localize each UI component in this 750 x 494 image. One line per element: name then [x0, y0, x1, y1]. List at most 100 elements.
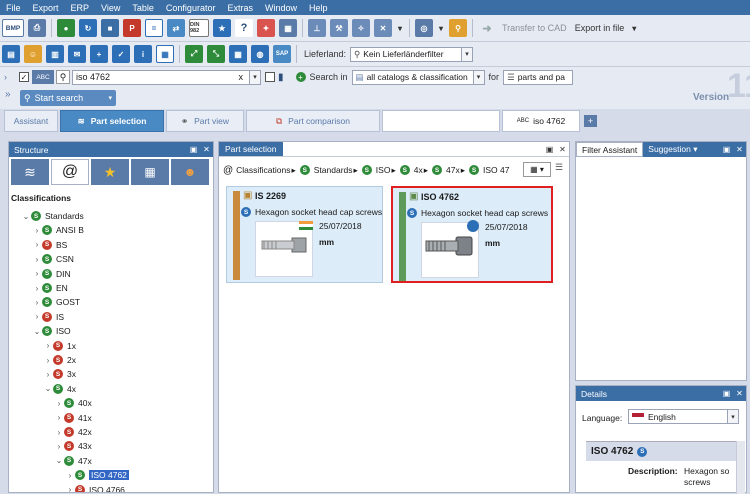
double-chevron-icon[interactable]: »	[5, 89, 11, 100]
breadcrumb-item[interactable]: Standards	[314, 165, 353, 175]
chevron-right-icon[interactable]: ›	[32, 269, 42, 278]
search-checkbox[interactable]: ✓	[19, 72, 29, 82]
table-grid-icon[interactable]: ▦	[229, 45, 247, 63]
equals-icon[interactable]: =	[145, 19, 163, 37]
help-icon[interactable]: ?	[235, 19, 253, 37]
wand-icon[interactable]: ✧	[352, 19, 370, 37]
tree-item[interactable]: › S 1x	[43, 339, 76, 353]
chevron-down-icon[interactable]: ▾	[473, 69, 485, 85]
breadcrumb-item[interactable]: 47x	[446, 165, 460, 175]
cube-icon[interactable]: ■	[101, 19, 119, 37]
chevron-right-icon[interactable]: ›	[43, 341, 53, 350]
tree-item[interactable]: ⌄ S 47x	[54, 454, 92, 468]
pin-icon[interactable]: ▣	[720, 389, 733, 398]
tools-icon[interactable]: ⚒	[330, 19, 348, 37]
chevron-right-icon[interactable]: ›	[43, 356, 53, 365]
chevron-down-icon[interactable]: ▾	[630, 19, 638, 37]
tab-filter-assistant[interactable]: Filter Assistant	[576, 142, 644, 157]
pdf-icon[interactable]: P	[123, 19, 141, 37]
traffic-light-icon[interactable]: ●	[57, 19, 75, 37]
details-scrollbar[interactable]	[736, 441, 745, 494]
search-in-select[interactable]: ▤ all catalogs & classification	[351, 69, 474, 85]
chevron-right-icon[interactable]: ›	[43, 370, 53, 379]
tree-item[interactable]: › S GOST	[32, 295, 80, 309]
tab-part-comparison[interactable]: ⧉ Part comparison	[246, 110, 380, 132]
transfer-cad-icon[interactable]: ➜	[478, 19, 496, 37]
breadcrumb-item[interactable]: ISO 47	[483, 165, 509, 175]
refresh-icon[interactable]: ↻	[79, 19, 97, 37]
tree-item[interactable]: › S IS	[32, 310, 64, 324]
chevron-right-icon[interactable]: ›	[65, 485, 75, 492]
chevron-down-icon[interactable]: ⌄	[32, 327, 42, 336]
chevron-down-icon[interactable]: ▾	[728, 409, 739, 424]
chevron-right-icon[interactable]: ›	[32, 226, 42, 235]
language-select[interactable]: English	[628, 409, 728, 424]
tree-item[interactable]: › S 43x	[54, 439, 92, 453]
chevron-right-icon[interactable]: ›	[65, 471, 75, 480]
tab-assistant[interactable]: Assistant	[4, 110, 58, 132]
diagram-alt-icon[interactable]: ⤡	[207, 45, 225, 63]
measure-icon[interactable]: ⊥	[308, 19, 326, 37]
tab-suggestion[interactable]: Suggestion ▾	[643, 144, 697, 155]
tree-item[interactable]: › S 41x	[54, 411, 92, 425]
transfer-to-cad-button[interactable]: Transfer to CAD	[502, 23, 567, 33]
tab-part-selection[interactable]: ≋ Part selection	[60, 110, 164, 132]
breadcrumb-item[interactable]: ISO	[376, 165, 391, 175]
database-mail-icon[interactable]: ✉	[68, 45, 86, 63]
tree-item[interactable]: › S CSN	[32, 252, 74, 266]
close-icon[interactable]: ✕	[556, 145, 569, 154]
search-input[interactable]: iso 4762 x	[72, 69, 250, 85]
tree-item[interactable]: › S ISO 4766	[65, 483, 125, 492]
chevron-right-icon[interactable]: ›	[54, 413, 64, 422]
chevron-right-icon[interactable]: ›	[32, 312, 42, 321]
chevron-right-icon[interactable]: ›	[54, 428, 64, 437]
menu-file[interactable]: File	[0, 3, 27, 13]
menu-export[interactable]: Export	[27, 3, 65, 13]
menu-view[interactable]: View	[95, 3, 126, 13]
cylinder-icon[interactable]: ◎	[415, 19, 433, 37]
cubes-icon[interactable]: ▦	[279, 19, 297, 37]
books-icon[interactable]: ▮	[278, 72, 284, 83]
chevron-down-icon[interactable]: ⌄	[21, 212, 31, 221]
tree-item[interactable]: › S ISO 4762	[65, 468, 129, 482]
tab-search-result[interactable]: ABC iso 4762	[502, 110, 580, 132]
database-icon[interactable]: ▥	[46, 45, 64, 63]
search-icon[interactable]: ⚲	[56, 70, 70, 84]
menu-configurator[interactable]: Configurator	[160, 3, 222, 13]
tree-item[interactable]: › S EN	[32, 281, 68, 295]
tree-item[interactable]: › S 40x	[54, 396, 92, 410]
table-icon[interactable]: ▦	[156, 45, 174, 63]
catalog-icon[interactable]: ▤	[2, 45, 20, 63]
chevron-right-icon[interactable]: ›	[54, 399, 64, 408]
collapse-chevron-icon[interactable]: ›	[4, 72, 15, 82]
tree-item[interactable]: › S 42x	[54, 425, 92, 439]
chevron-right-icon[interactable]: ›	[32, 255, 42, 264]
start-search-button[interactable]: ⚲ Start search ▾	[20, 90, 116, 106]
add-tab-button[interactable]: +	[584, 115, 597, 127]
breadcrumb-item[interactable]: 4x	[414, 165, 423, 175]
menu-window[interactable]: Window	[259, 3, 303, 13]
globe-icon[interactable]: ◍	[251, 45, 269, 63]
at-icon[interactable]: @	[51, 159, 89, 185]
chevron-down-icon[interactable]: ⌄	[43, 384, 53, 393]
part-card-selected[interactable]: ▣ ISO 4762 S Hexagon socket head cap scr…	[391, 186, 553, 283]
exchange-icon[interactable]: ⇄	[167, 19, 185, 37]
layers-icon[interactable]: ≋	[11, 159, 49, 185]
tree-item[interactable]: › S 3x	[43, 367, 76, 381]
pin-icon[interactable]: ▣	[720, 145, 733, 154]
close-icon[interactable]: ✕	[733, 389, 746, 398]
close-icon[interactable]: ✕	[733, 145, 746, 154]
abc-icon[interactable]: ABC	[32, 70, 54, 84]
sap-icon[interactable]: SAP	[273, 45, 291, 63]
bmp-export-icon[interactable]: BMP	[2, 19, 24, 37]
close-x-icon[interactable]: ✕	[374, 19, 392, 37]
menu-erp[interactable]: ERP	[65, 3, 96, 13]
chevron-right-icon[interactable]: ›	[32, 240, 42, 249]
tab-empty[interactable]	[382, 110, 500, 132]
menu-extras[interactable]: Extras	[221, 3, 259, 13]
tab-part-view[interactable]: ⚭ Part view	[166, 110, 244, 132]
option-checkbox[interactable]	[265, 72, 275, 82]
add-icon[interactable]: +	[295, 72, 306, 82]
chevron-down-icon[interactable]: ▾	[437, 19, 445, 37]
settings-icon[interactable]: ✦	[257, 19, 275, 37]
